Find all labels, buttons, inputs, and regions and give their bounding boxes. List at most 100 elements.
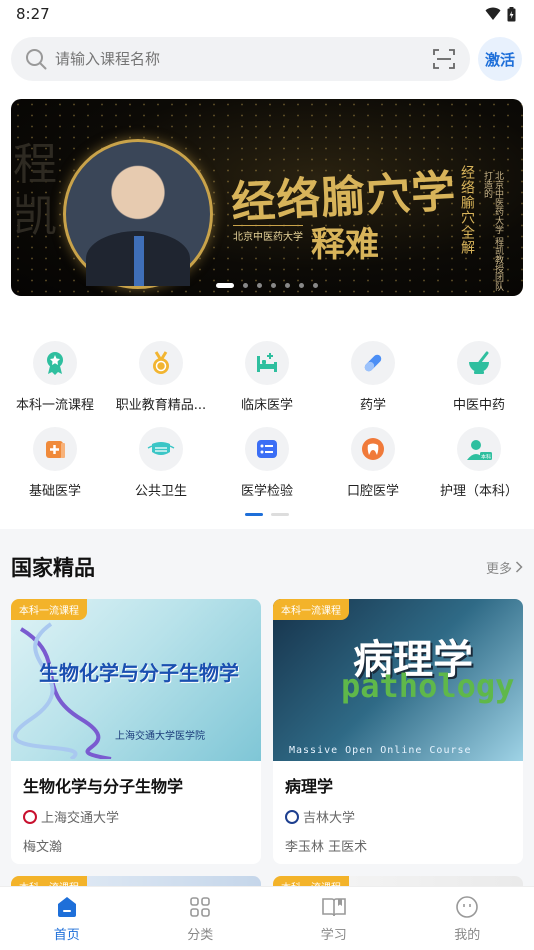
banner-dot[interactable]	[271, 283, 276, 288]
category-item[interactable]: 公共卫生	[108, 427, 214, 499]
category-label: 公共卫生	[134, 484, 187, 499]
battery-icon	[507, 6, 516, 21]
course-school: 上海交通大学	[23, 807, 249, 826]
more-link[interactable]: 更多	[486, 558, 523, 577]
category-item[interactable]: 职业教育精品...	[108, 341, 214, 413]
more-label: 更多	[485, 561, 512, 577]
status-icons	[485, 6, 516, 22]
school-logo-icon	[285, 809, 299, 824]
search-icon	[26, 49, 47, 70]
category-label: 基础医学	[28, 484, 81, 499]
chevron-right-icon	[515, 561, 523, 573]
category-page-indicator[interactable]	[271, 513, 289, 516]
category-label: 中医中药	[452, 398, 505, 413]
tab-label: 分类	[187, 927, 214, 943]
category-item[interactable]: 医学检验	[214, 427, 320, 499]
category-label: 护理（本科）	[439, 484, 518, 499]
course-tag: 本科一流课程	[273, 599, 349, 620]
banner-dot[interactable]	[243, 283, 248, 288]
first-aid-icon	[33, 427, 77, 471]
search-bar[interactable]	[11, 37, 470, 81]
school-name: 吉林大学	[303, 811, 356, 826]
course-card[interactable]: 本科一流课程 生物化学与分子生物学 上海交通大学医学院 生物化学与分子生物学 上…	[11, 599, 261, 864]
category-label: 口腔医学	[346, 484, 399, 499]
category-label: 临床医学	[240, 398, 293, 413]
tooth-icon	[351, 427, 395, 471]
cover-caption: Massive Open Online Course	[289, 745, 472, 756]
category-pagination	[0, 513, 534, 516]
lecturer-portrait	[63, 139, 213, 289]
category-grid: 本科一流课程 职业教育精品... 临床医学 药学 中医中药基础医学 公共卫生 医学检验 口腔医…	[0, 341, 534, 499]
status-bar: 8:27	[0, 0, 534, 28]
tab-profile[interactable]: 我的	[401, 887, 534, 950]
search-input[interactable]	[55, 50, 432, 68]
profile-icon	[456, 895, 479, 918]
mask-icon	[139, 427, 183, 471]
section-title: 国家精品	[11, 556, 95, 580]
tab-label: 我的	[454, 927, 481, 943]
section-header: 国家精品 更多	[11, 529, 523, 599]
scan-icon[interactable]	[432, 47, 456, 71]
category-label: 职业教育精品...	[115, 398, 207, 413]
svg-text:本科: 本科	[481, 454, 491, 461]
activate-button[interactable]: 激活	[478, 37, 522, 81]
hospital-bed-icon	[245, 341, 289, 385]
category-item[interactable]: 本科一流课程	[2, 341, 108, 413]
award-icon	[33, 341, 77, 385]
cover-title: 生物化学与分子生物学	[39, 661, 239, 685]
category-item[interactable]: 临床医学	[214, 341, 320, 413]
category-panel: 本科一流课程 职业教育精品... 临床医学 药学 中医中药基础医学 公共卫生 医学检验 口腔医…	[0, 313, 534, 529]
category-item[interactable]: 药学	[320, 341, 426, 413]
book-icon	[321, 897, 346, 916]
tab-home[interactable]: 首页	[0, 887, 134, 950]
category-label: 本科一流课程	[15, 398, 94, 413]
banner-dot[interactable]	[313, 283, 318, 288]
category-item[interactable]: 基础医学	[2, 427, 108, 499]
tab-category[interactable]: 分类	[134, 887, 268, 950]
banner-vertical-caption: 北京中医药大学 程凯教授团队打造的	[482, 171, 503, 291]
course-teacher: 李玉林 王医术	[285, 840, 368, 855]
nurse-icon: 本科	[457, 427, 501, 471]
national-quality-section: 国家精品 更多 本科一流课程 生物化学与分子生物学 上海交通大学医学院 生物化学…	[0, 529, 534, 916]
cover-subtitle: pathology	[341, 667, 515, 705]
course-school: 吉林大学	[285, 807, 511, 826]
banner-dot[interactable]	[299, 283, 304, 288]
banner-left-chars: 程凯	[13, 139, 57, 242]
category-label: 药学	[359, 398, 386, 413]
tab-label: 学习	[320, 927, 347, 943]
mortar-icon	[457, 341, 501, 385]
category-item[interactable]: 本科护理（本科）	[426, 427, 532, 499]
course-title: 病理学	[285, 777, 334, 796]
home-icon	[57, 896, 76, 917]
course-cover: 本科一流课程 生物化学与分子生物学 上海交通大学医学院	[11, 599, 261, 761]
course-grid: 本科一流课程 生物化学与分子生物学 上海交通大学医学院 生物化学与分子生物学 上…	[11, 599, 523, 864]
course-cover: 本科一流课程 病理学 pathology Massive Open Online…	[273, 599, 523, 761]
wifi-icon	[485, 7, 501, 20]
grid-icon	[190, 896, 211, 917]
banner-dot[interactable]	[216, 283, 234, 288]
course-teacher: 梅文瀚	[23, 840, 63, 855]
course-title: 生物化学与分子生物学	[23, 777, 184, 796]
banner-section: 程凯 经络腧穴学 北京中医药大学 释难 经络腧穴全解 北京中医药大学 程凯教授团…	[11, 82, 523, 296]
banner-dot[interactable]	[257, 283, 262, 288]
category-page-indicator[interactable]	[245, 513, 263, 516]
promo-banner[interactable]: 程凯 经络腧穴学 北京中医药大学 释难 经络腧穴全解 北京中医药大学 程凯教授团…	[11, 99, 523, 296]
course-card[interactable]: 本科一流课程 病理学 pathology Massive Open Online…	[273, 599, 523, 864]
tab-label: 首页	[53, 927, 80, 943]
capsule-icon	[351, 341, 395, 385]
cover-school: 上海交通大学医学院	[115, 731, 205, 742]
dna-illustration	[12, 622, 112, 759]
medal-icon	[139, 341, 183, 385]
category-item[interactable]: 口腔医学	[320, 427, 426, 499]
category-label: 医学检验	[240, 484, 293, 499]
school-logo-icon	[23, 809, 37, 824]
status-time: 8:27	[16, 5, 50, 23]
course-tag: 本科一流课程	[11, 599, 87, 620]
banner-vertical-text: 经络腧穴全解	[459, 165, 475, 255]
course-info: 生物化学与分子生物学 上海交通大学 梅文瀚	[11, 761, 261, 855]
search-row: 激活	[11, 36, 522, 82]
category-item[interactable]: 中医中药	[426, 341, 532, 413]
tab-study[interactable]: 学习	[267, 887, 401, 950]
header: 激活 程凯 经络腧穴学 北京中医药大学 释难 经络腧穴全解 北京中医药大学 程凯…	[0, 28, 534, 313]
banner-dot[interactable]	[285, 283, 290, 288]
